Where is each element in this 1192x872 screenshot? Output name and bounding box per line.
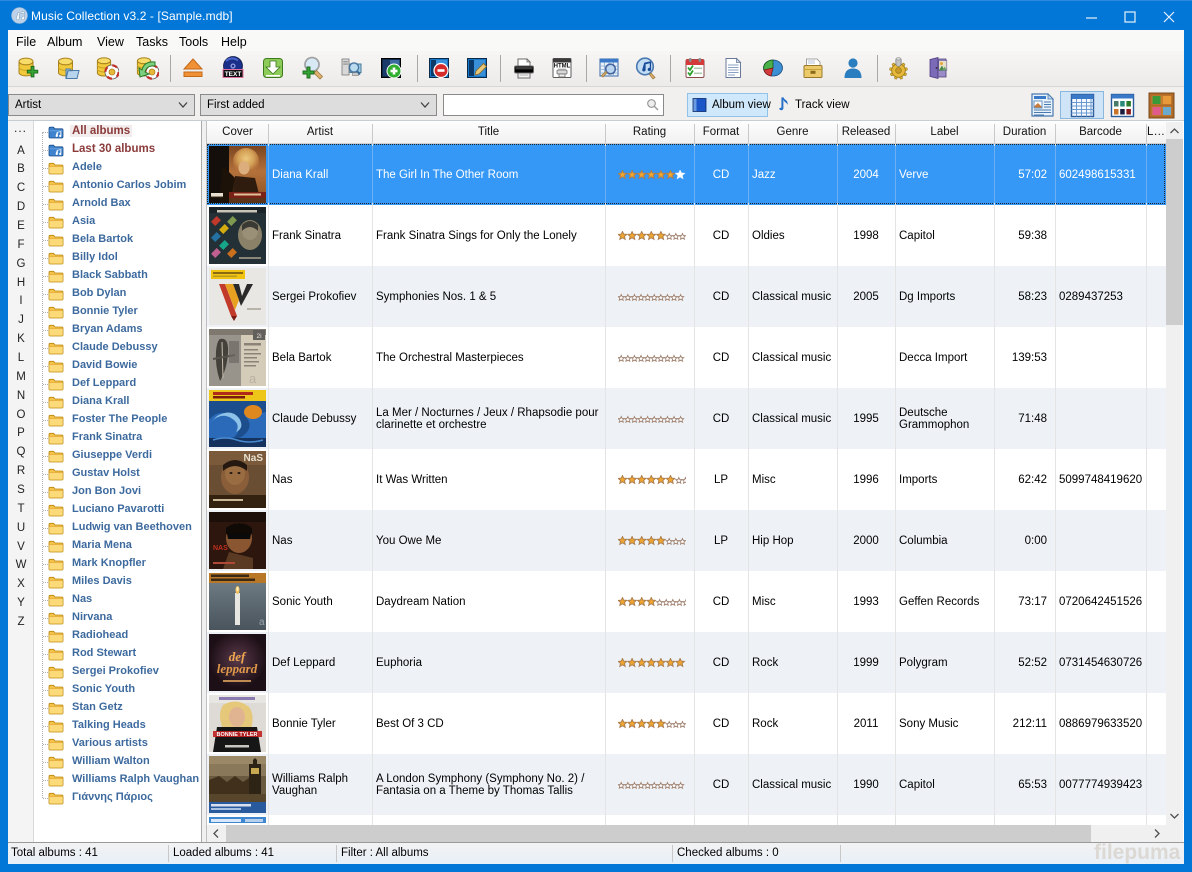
svg-text:2i: 2i bbox=[256, 333, 261, 340]
svg-text:BONNIE TYLER: BONNIE TYLER bbox=[217, 732, 258, 738]
svg-text:TEXT: TEXT bbox=[225, 71, 242, 78]
svg-text:a: a bbox=[249, 371, 257, 386]
svg-text:NaS: NaS bbox=[244, 453, 264, 464]
svg-text:leppard: leppard bbox=[217, 661, 258, 676]
svg-text:a: a bbox=[259, 617, 265, 628]
svg-text:NAS: NAS bbox=[213, 545, 228, 552]
